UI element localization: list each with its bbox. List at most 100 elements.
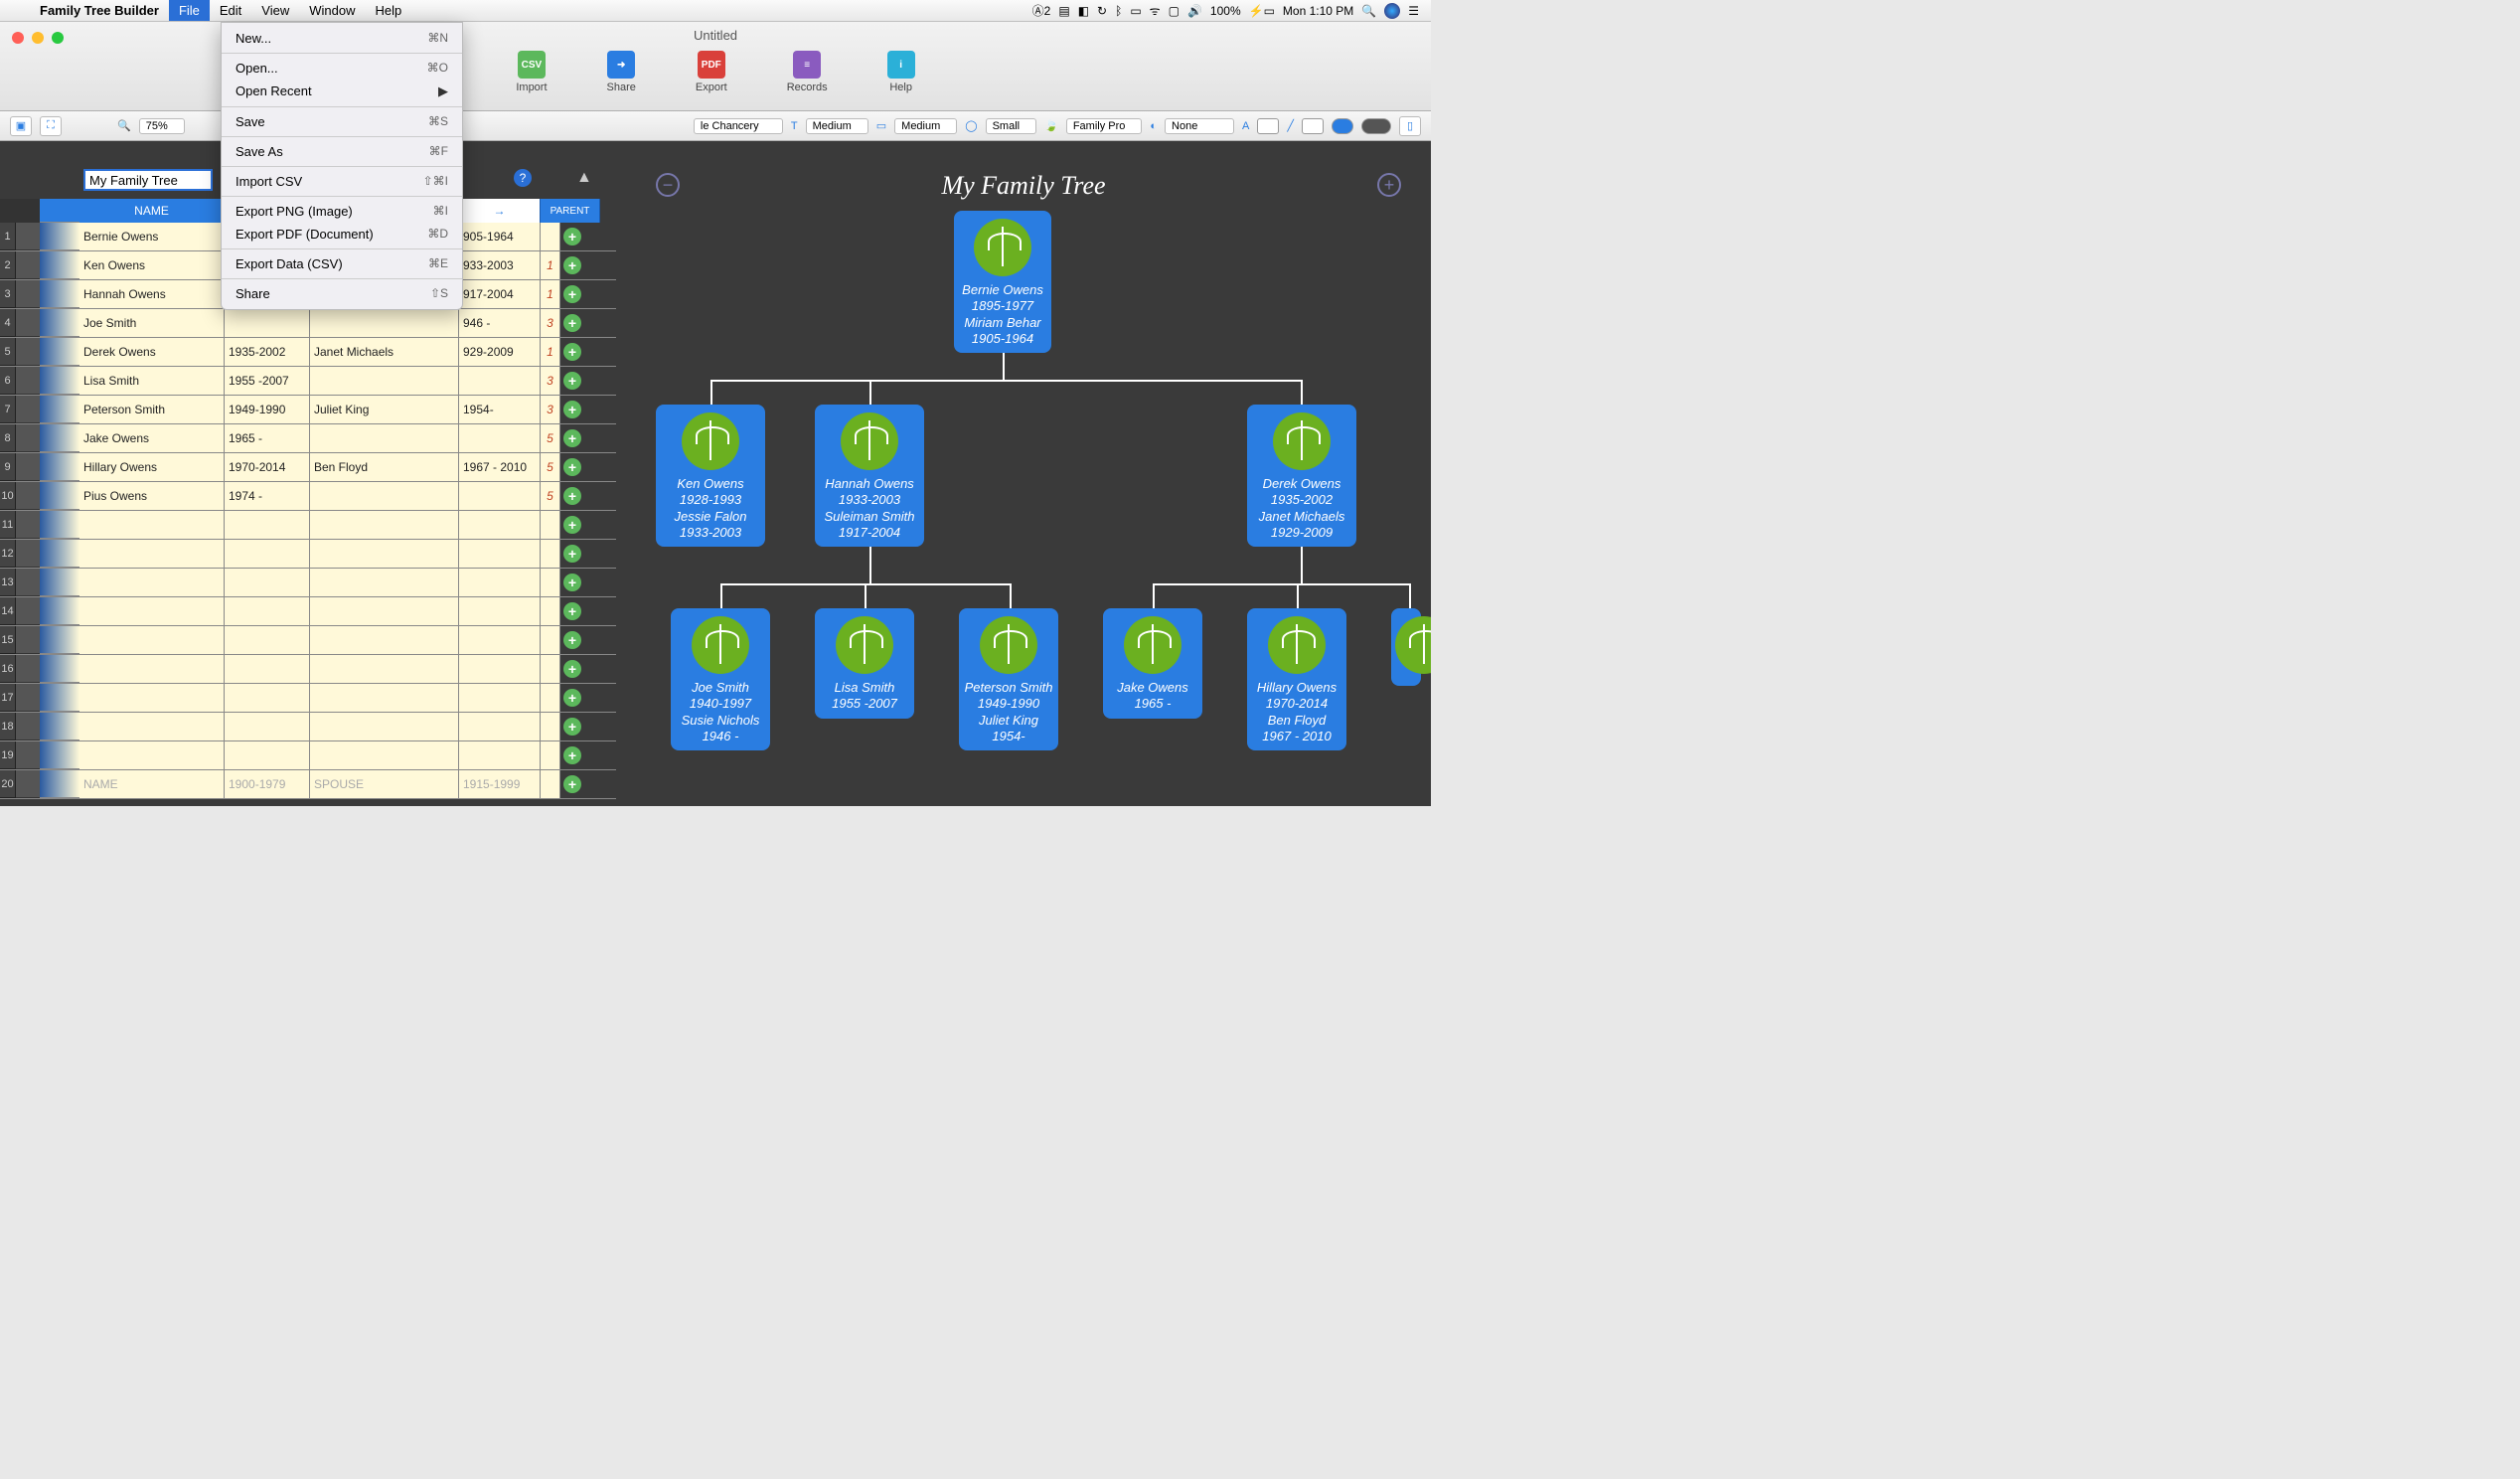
cell-sdates[interactable] [459,482,541,510]
notification-icon[interactable]: ☰ [1408,4,1419,18]
add-row-button[interactable]: + [560,482,584,510]
cell-sdates[interactable] [459,540,541,568]
cell-name[interactable] [79,511,225,539]
zoom-button[interactable] [52,32,64,44]
add-row-button[interactable]: + [560,741,584,769]
text-size-select[interactable]: Medium [806,118,868,134]
file-menu-share[interactable]: Share⇧S [222,282,462,305]
file-menu-export-png-image-[interactable]: Export PNG (Image)⌘I [222,200,462,223]
menu-window[interactable]: Window [299,0,365,21]
cell-sdates[interactable] [459,684,541,712]
table-row[interactable]: 20NAME1900-1979SPOUSE1915-1999+ [0,770,616,799]
cell-spouse[interactable] [310,569,459,596]
cell-parent[interactable] [541,626,560,654]
cell-dates[interactable]: 1900-1979 [225,770,310,798]
cell-dates[interactable]: 1949-1990 [225,396,310,423]
cell-parent[interactable] [541,511,560,539]
tree-node-ken[interactable]: Ken Owens1928-1993Jessie Falon1933-2003 [656,405,765,547]
cell-name[interactable] [79,540,225,568]
table-row[interactable]: 10Pius Owens1974 -5+ [0,482,616,511]
cell-name[interactable] [79,655,225,683]
cell-sdates[interactable] [459,741,541,769]
cell-dates[interactable] [225,511,310,539]
cell-spouse[interactable] [310,713,459,740]
add-row-button[interactable]: + [560,770,584,798]
cell-dates[interactable]: 1970-2014 [225,453,310,481]
table-row[interactable]: 11+ [0,511,616,540]
table-row[interactable]: 5Derek Owens1935-2002Janet Michaels929-2… [0,338,616,367]
toolbar-export[interactable]: PDFExport [696,51,727,93]
cell-spouse[interactable] [310,424,459,452]
menu-edit[interactable]: Edit [210,0,251,21]
add-row-button[interactable]: + [560,713,584,740]
cell-parent[interactable] [541,597,560,625]
file-menu-open-recent[interactable]: Open Recent▶ [222,80,462,103]
cell-name[interactable]: Pius Owens [79,482,225,510]
cell-name[interactable] [79,569,225,596]
tree-node-hillary[interactable]: Hillary Owens1970-2014Ben Floyd1967 - 20… [1247,608,1346,750]
cell-name[interactable] [79,597,225,625]
cell-parent[interactable]: 3 [541,396,560,423]
line-color-swatch[interactable] [1302,118,1324,134]
cell-parent[interactable]: 1 [541,338,560,366]
add-row-button[interactable]: + [560,453,584,481]
tree-button[interactable]: ⛶ [40,116,62,136]
zoom-out-button[interactable]: − [656,173,680,197]
cell-name[interactable]: Derek Owens [79,338,225,366]
add-row-button[interactable]: + [560,511,584,539]
cell-sdates[interactable]: 946 - [459,309,541,337]
cell-spouse[interactable]: Juliet King [310,396,459,423]
cell-spouse[interactable]: SPOUSE [310,770,459,798]
toolbar-help[interactable]: iHelp [887,51,915,93]
cell-parent[interactable] [541,713,560,740]
table-row[interactable]: 19+ [0,741,616,770]
cell-name[interactable] [79,741,225,769]
text-color-swatch[interactable] [1257,118,1279,134]
cell-sdates[interactable] [459,511,541,539]
cell-spouse[interactable] [310,684,459,712]
tree-node-jake[interactable]: Jake Owens1965 - [1103,608,1202,719]
zoom-select[interactable]: 75% [139,118,185,134]
cell-sdates[interactable] [459,713,541,740]
table-row[interactable]: 7Peterson Smith1949-1990Juliet King1954-… [0,396,616,424]
icon-size-select[interactable]: Small [986,118,1037,134]
add-row-button[interactable]: + [560,540,584,568]
cell-sdates[interactable] [459,569,541,596]
zoom-icon[interactable]: 🔍 [117,119,131,132]
table-row[interactable]: 9Hillary Owens1970-2014Ben Floyd1967 - 2… [0,453,616,482]
add-row-button[interactable]: + [560,396,584,423]
cell-dates[interactable] [225,597,310,625]
tree-node-extra[interactable] [1391,608,1421,686]
file-menu-save[interactable]: Save⌘S [222,110,462,133]
cell-parent[interactable]: 5 [541,453,560,481]
menu-view[interactable]: View [251,0,299,21]
background-select[interactable]: None [1165,118,1234,134]
add-row-button[interactable]: + [560,684,584,712]
table-row[interactable]: 14+ [0,597,616,626]
add-row-button[interactable]: + [560,251,584,279]
cell-dates[interactable]: 1965 - [225,424,310,452]
add-row-button[interactable]: + [560,338,584,366]
file-menu-import-csv[interactable]: Import CSV⇧⌘I [222,170,462,193]
toolbar-share[interactable]: ➜Share [607,51,636,93]
cell-spouse[interactable] [310,367,459,395]
cell-parent[interactable] [541,569,560,596]
cell-spouse[interactable] [310,626,459,654]
cell-parent[interactable] [541,741,560,769]
cell-name[interactable]: Joe Smith [79,309,225,337]
menu-help[interactable]: Help [366,0,412,21]
scroll-up-arrow[interactable]: ▲ [576,169,592,187]
box-size-select[interactable]: Medium [894,118,957,134]
cell-sdates[interactable]: 1967 - 2010 [459,453,541,481]
cell-dates[interactable]: 1935-2002 [225,338,310,366]
layout-button[interactable]: ▣ [10,116,32,136]
cell-dates[interactable]: 1974 - [225,482,310,510]
cell-parent[interactable] [541,684,560,712]
toolbar-records[interactable]: ≡Records [787,51,828,93]
cell-spouse[interactable] [310,655,459,683]
cell-spouse[interactable] [310,511,459,539]
add-row-button[interactable]: + [560,569,584,596]
tree-canvas[interactable]: My Family Tree − + Bernie Owens1895-1977… [616,141,1431,806]
cell-name[interactable] [79,684,225,712]
cell-name[interactable] [79,713,225,740]
